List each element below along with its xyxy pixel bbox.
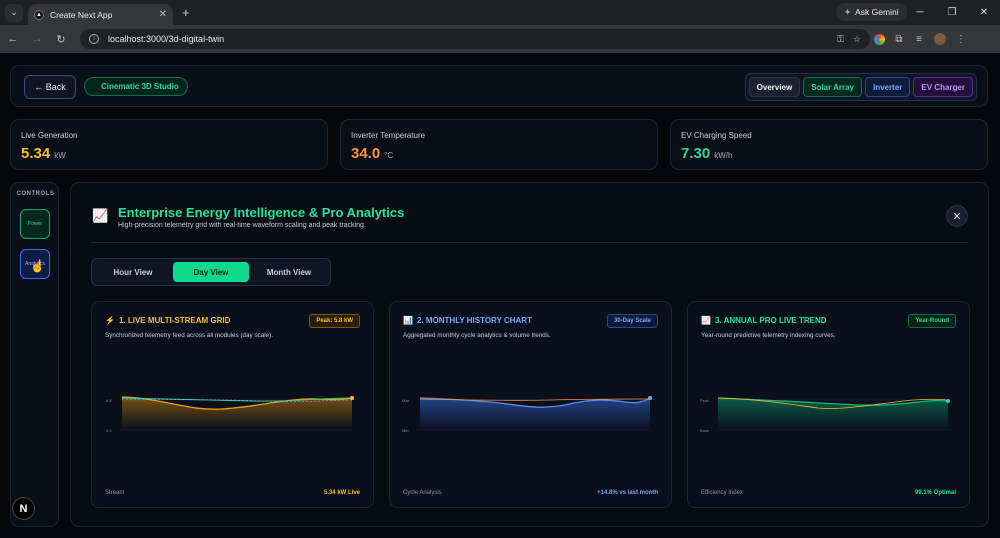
top-navigation: ← Back Cinematic 3D Studio Overview Sola… [10,65,988,107]
card-footer-label: Cycle Analysis [403,490,442,496]
stat-live-generation: Live Generation 5.34 kW [10,119,328,170]
browser-tab-bar: ⌄ ▲ Create Next App ✕ + ✦ Ask Gemini ─ ❐… [0,0,1000,25]
panel-title: Enterprise Energy Intelligence & Pro Ana… [118,205,405,220]
tab-hour-view[interactable]: Hour View [95,262,171,282]
card-monthly-history: 📊 2. MONTHLY HISTORY CHART 30-Day Scale … [389,301,672,508]
tab-day-view[interactable]: Day View [173,262,249,282]
media-control-icon[interactable]: ≡ [909,34,929,45]
studio-badge-label: Cinematic 3D Studio [101,82,179,91]
card-footer-label: Stream [105,490,125,496]
bookmark-star-icon[interactable]: ☆ [853,34,861,45]
ask-gemini-label: Ask Gemini [855,7,899,17]
close-icon: ✕ [952,210,962,223]
ask-gemini-button[interactable]: ✦ Ask Gemini [836,3,907,21]
stat-label: EV Charging Speed [681,131,752,140]
view-ev-charger-button[interactable]: EV Charger [913,77,973,97]
y-axis-label: 6.8 [106,398,112,403]
card-chart: 6.8 0.0 [106,396,354,433]
card-footer-value: 5.34 kW Live [323,490,360,496]
range-switcher: Hour View Day View Month View [91,258,331,286]
stat-value: 34.0 °C [351,145,394,162]
y-axis-label: Base [700,428,710,433]
divider [91,242,968,243]
stat-label: Inverter Temperature [351,131,426,140]
card-description: Aggregated monthly cycle analytics & vol… [403,332,551,339]
view-solar-array-button[interactable]: Solar Array [803,77,863,97]
chart-up-icon: 📈 [92,208,109,223]
view-switcher: Overview Solar Array Inverter EV Charger [744,73,977,101]
card-footer-label: Efficiency Index [701,490,743,496]
stat-value: 5.34 kW [21,145,66,162]
browser-menu-icon[interactable]: ⋮ [951,34,971,45]
lightning-icon: ⚡ [105,316,115,325]
studio-badge: Cinematic 3D Studio [84,77,188,96]
restore-icon[interactable]: ❐ [936,0,968,25]
peak-point [350,396,354,400]
tab-title: Create Next App [50,9,113,20]
y-axis-label: Max [402,398,410,403]
stat-ev-charging-speed: EV Charging Speed 7.30 kW/h [670,119,988,170]
new-tab-icon[interactable]: + [182,5,190,20]
nextjs-dev-indicator-icon[interactable]: N [12,497,35,520]
back-button[interactable]: ← Back [24,75,76,99]
card-chart: Max Min [402,396,652,433]
page: ← Back Cinematic 3D Studio Overview Sola… [0,53,1000,538]
y-axis-label: Peak [700,398,709,403]
card-badge: 30-Day Scale [606,314,658,328]
card-footer-value: 99.1% Optimal [914,490,956,496]
nextjs-favicon-icon: ▲ [34,9,44,20]
card-chart: Peak Base [700,397,950,433]
card-description: Synchronized telemetry feed across all m… [105,332,273,339]
browser-toolbar: ← → ↻ i localhost:3000/3d-digital-twin ⚿… [0,25,1000,53]
analytics-panel: 📈 Enterprise Energy Intelligence & Pro A… [70,182,989,527]
browser-tab[interactable]: ▲ Create Next App ✕ [28,4,173,25]
card-badge: Peak: 5.8 kW [309,314,360,328]
card-title: 📈 3. ANNUAL PRO LIVE TREND [701,316,827,325]
bar-chart-icon: 📊 [403,316,413,325]
stat-value: 7.30 kW/h [681,145,733,162]
tab-month-view[interactable]: Month View [251,262,327,282]
window-controls: ─ ❐ ✕ [904,0,1000,25]
tab-search-icon[interactable]: ⌄ [5,3,23,22]
tab-close-icon[interactable]: ✕ [159,9,167,20]
card-live-multi-stream: ⚡ 1. LIVE MULTI-STREAM GRID Peak: 5.8 kW… [91,301,374,508]
panel-subtitle: High-precision telemetry grid with real-… [118,222,366,229]
stat-label: Live Generation [21,131,78,140]
card-title: 📊 2. MONTHLY HISTORY CHART [403,316,532,325]
power-button[interactable]: Power [20,209,50,239]
forward-arrow-icon[interactable]: → [26,33,48,45]
card-footer-value: +14.8% vs last month [597,490,658,496]
reload-icon[interactable]: ↻ [50,33,72,46]
controls-sidebar: CONTROLS Power Analytics ☝ [10,182,59,527]
panel-close-button[interactable]: ✕ [946,205,968,227]
password-key-icon[interactable]: ⚿ [837,34,844,45]
site-info-icon[interactable]: i [89,34,99,44]
address-bar[interactable]: i localhost:3000/3d-digital-twin ⚿ ☆ [80,29,870,49]
peak-point [648,396,652,400]
hand-cursor-icon: ☝ [30,259,45,273]
card-description: Year-round predictive telemetry indexing… [701,332,836,339]
view-overview-button[interactable]: Overview [748,77,801,97]
card-annual-pro-trend: 📈 3. ANNUAL PRO LIVE TREND Year-Round Ye… [687,301,970,508]
y-axis-label: Min [402,428,408,433]
card-title: ⚡ 1. LIVE MULTI-STREAM GRID [105,316,231,325]
profile-avatar-icon[interactable] [934,33,946,45]
window-close-icon[interactable]: ✕ [968,0,1000,25]
view-inverter-button[interactable]: Inverter [865,77,911,97]
back-arrow-icon[interactable]: ← [2,33,24,45]
area-fill [420,398,650,430]
extensions-puzzle-icon[interactable]: ⧉ [889,34,909,45]
minimize-icon[interactable]: ─ [904,0,936,25]
chrome-extension-icon[interactable] [874,33,885,45]
card-badge: Year-Round [908,314,956,328]
stat-inverter-temperature: Inverter Temperature 34.0 °C [340,119,658,170]
url-text[interactable]: localhost:3000/3d-digital-twin [108,34,828,44]
y-axis-label: 0.0 [106,428,112,433]
area-fill [122,397,352,430]
gemini-sparkle-icon: ✦ [844,6,852,17]
trend-up-icon: 📈 [701,316,711,325]
peak-point [946,399,950,403]
controls-title: CONTROLS [16,191,55,197]
